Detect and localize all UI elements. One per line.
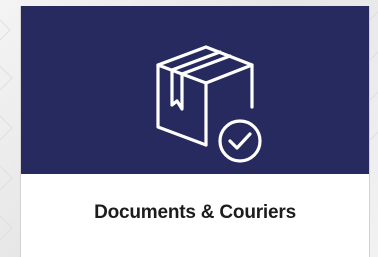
- card-title: Documents & Couriers: [94, 202, 296, 223]
- package-check-icon: [156, 45, 262, 163]
- documents-couriers-card[interactable]: Documents & Couriers: [20, 6, 370, 257]
- card-header: [21, 6, 369, 174]
